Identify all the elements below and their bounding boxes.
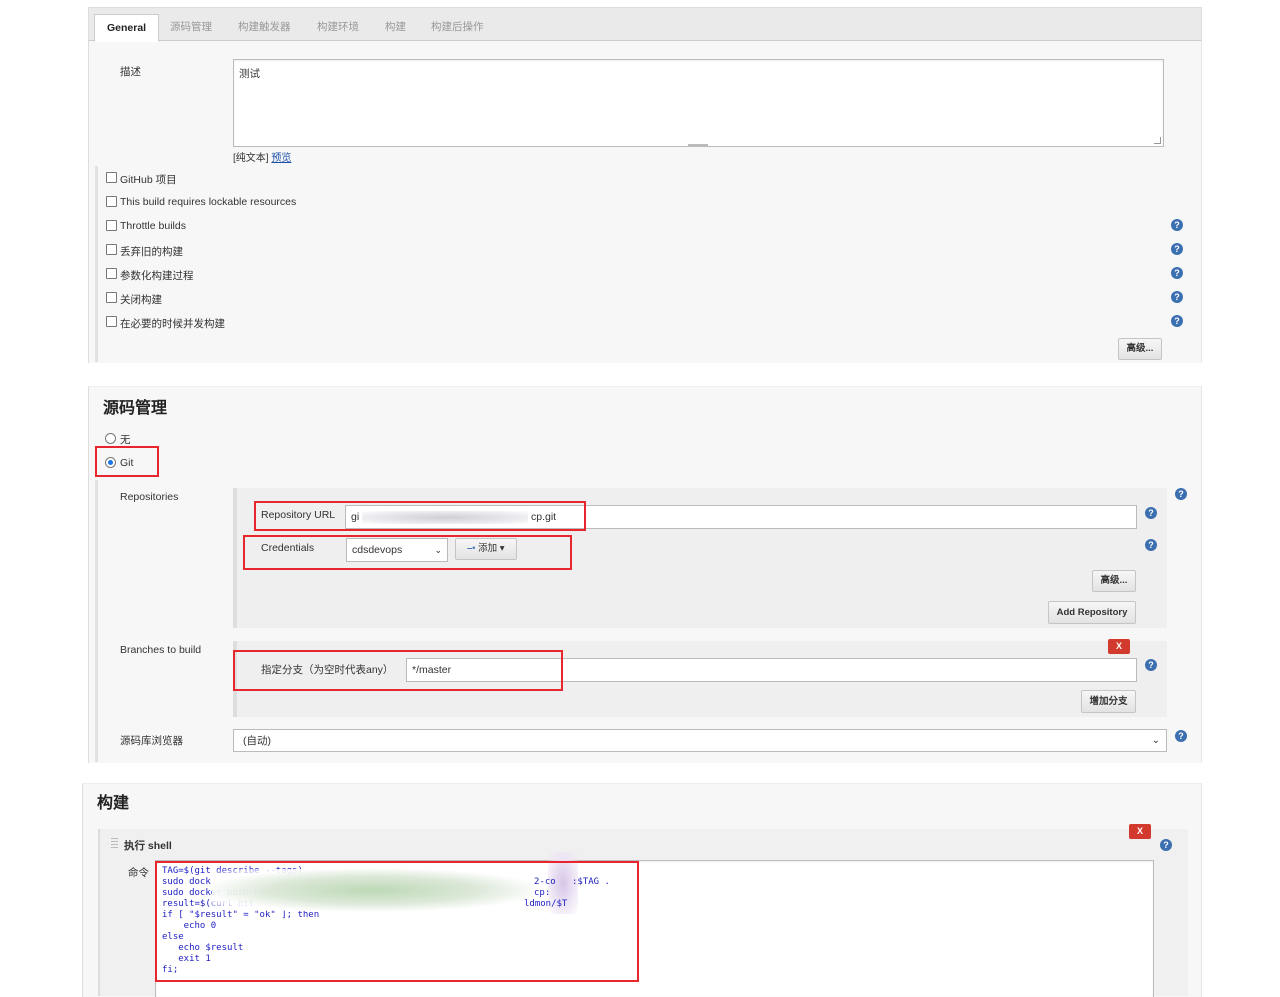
general-advanced-button[interactable]: 高级... (1118, 338, 1162, 360)
branches-label: Branches to build (120, 644, 202, 656)
textarea-grip[interactable] (688, 144, 708, 147)
tab-build-environment[interactable]: 构建环境 (317, 14, 359, 40)
description-value: 测试 (239, 68, 260, 80)
tab-build[interactable]: 构建 (385, 14, 406, 40)
repo-browser-value: (自动) (243, 735, 271, 747)
help-icon[interactable]: ? (1175, 730, 1187, 742)
tab-post-build[interactable]: 构建后操作 (431, 14, 484, 40)
command-label: 命令 (128, 867, 149, 879)
git-radio-highlight (95, 446, 159, 477)
repositories-label: Repositories (120, 491, 179, 503)
disable-build-label: 关闭构建 (120, 294, 162, 306)
preview-link[interactable]: 预览 (271, 153, 291, 164)
help-icon[interactable]: ? (1171, 291, 1183, 303)
scm-none-label: 无 (120, 434, 131, 446)
branch-spec-highlight (233, 650, 563, 691)
tab-source-code[interactable]: 源码管理 (170, 14, 212, 40)
add-repository-button[interactable]: Add Repository (1048, 601, 1136, 624)
build-section-title: 构建 (97, 795, 130, 812)
chevron-down-icon: ⌄ (1151, 735, 1160, 746)
discard-old-builds-checkbox[interactable] (106, 244, 117, 255)
tab-general[interactable]: General (94, 14, 160, 42)
github-project-checkbox[interactable] (106, 172, 117, 183)
plain-text-label: [纯文本] 预览 (233, 149, 291, 164)
help-icon[interactable]: ? (1145, 507, 1157, 519)
scm-none-radio[interactable] (105, 433, 116, 444)
repository-url-highlight (254, 501, 586, 531)
throttle-builds-label: Throttle builds (120, 220, 186, 232)
repo-browser-label: 源码库浏览器 (120, 735, 183, 747)
resize-handle-icon[interactable] (1154, 137, 1161, 144)
description-textarea[interactable]: 测试 (233, 59, 1164, 147)
help-icon[interactable]: ? (1171, 267, 1183, 279)
help-icon[interactable]: ? (1171, 315, 1183, 327)
command-highlight (155, 861, 639, 982)
help-icon[interactable]: ? (1160, 839, 1172, 851)
add-branch-button[interactable]: 增加分支 (1081, 690, 1136, 713)
credentials-highlight (243, 535, 572, 570)
scm-section-title: 源码管理 (103, 400, 168, 417)
options-left-rule (95, 166, 98, 362)
tab-build-triggers[interactable]: 构建触发器 (238, 14, 291, 40)
disable-build-checkbox[interactable] (106, 292, 117, 303)
help-icon[interactable]: ? (1171, 219, 1183, 231)
repo-browser-select[interactable]: (自动) ⌄ (233, 729, 1167, 752)
github-project-label: GitHub 项目 (120, 174, 177, 186)
description-label: 描述 (120, 66, 141, 78)
plain-text-tag: [纯文本] (233, 153, 269, 164)
help-icon[interactable]: ? (1175, 488, 1187, 500)
lockable-resources-label: This build requires lockable resources (120, 196, 297, 208)
config-tab-bar: General 源码管理 构建触发器 构建环境 构建 构建后操作 (88, 7, 1202, 42)
drag-handle-icon[interactable] (111, 838, 118, 849)
help-icon[interactable]: ? (1145, 539, 1157, 551)
concurrent-builds-checkbox[interactable] (106, 316, 117, 327)
help-icon[interactable]: ? (1145, 659, 1157, 671)
git-options-rule (95, 480, 98, 762)
remove-shell-step-button[interactable]: X (1129, 824, 1151, 839)
repo-advanced-button[interactable]: 高级... (1092, 570, 1136, 592)
shell-step-title: 执行 shell (124, 840, 172, 852)
throttle-builds-checkbox[interactable] (106, 220, 117, 231)
help-icon[interactable]: ? (1171, 243, 1183, 255)
discard-old-builds-label: 丢弃旧的构建 (120, 246, 183, 258)
parameterized-label: 参数化构建过程 (120, 270, 194, 282)
parameterized-checkbox[interactable] (106, 268, 117, 279)
lockable-resources-checkbox[interactable] (106, 196, 117, 207)
concurrent-builds-label: 在必要的时候并发构建 (120, 318, 225, 330)
remove-branch-button[interactable]: X (1108, 639, 1130, 654)
